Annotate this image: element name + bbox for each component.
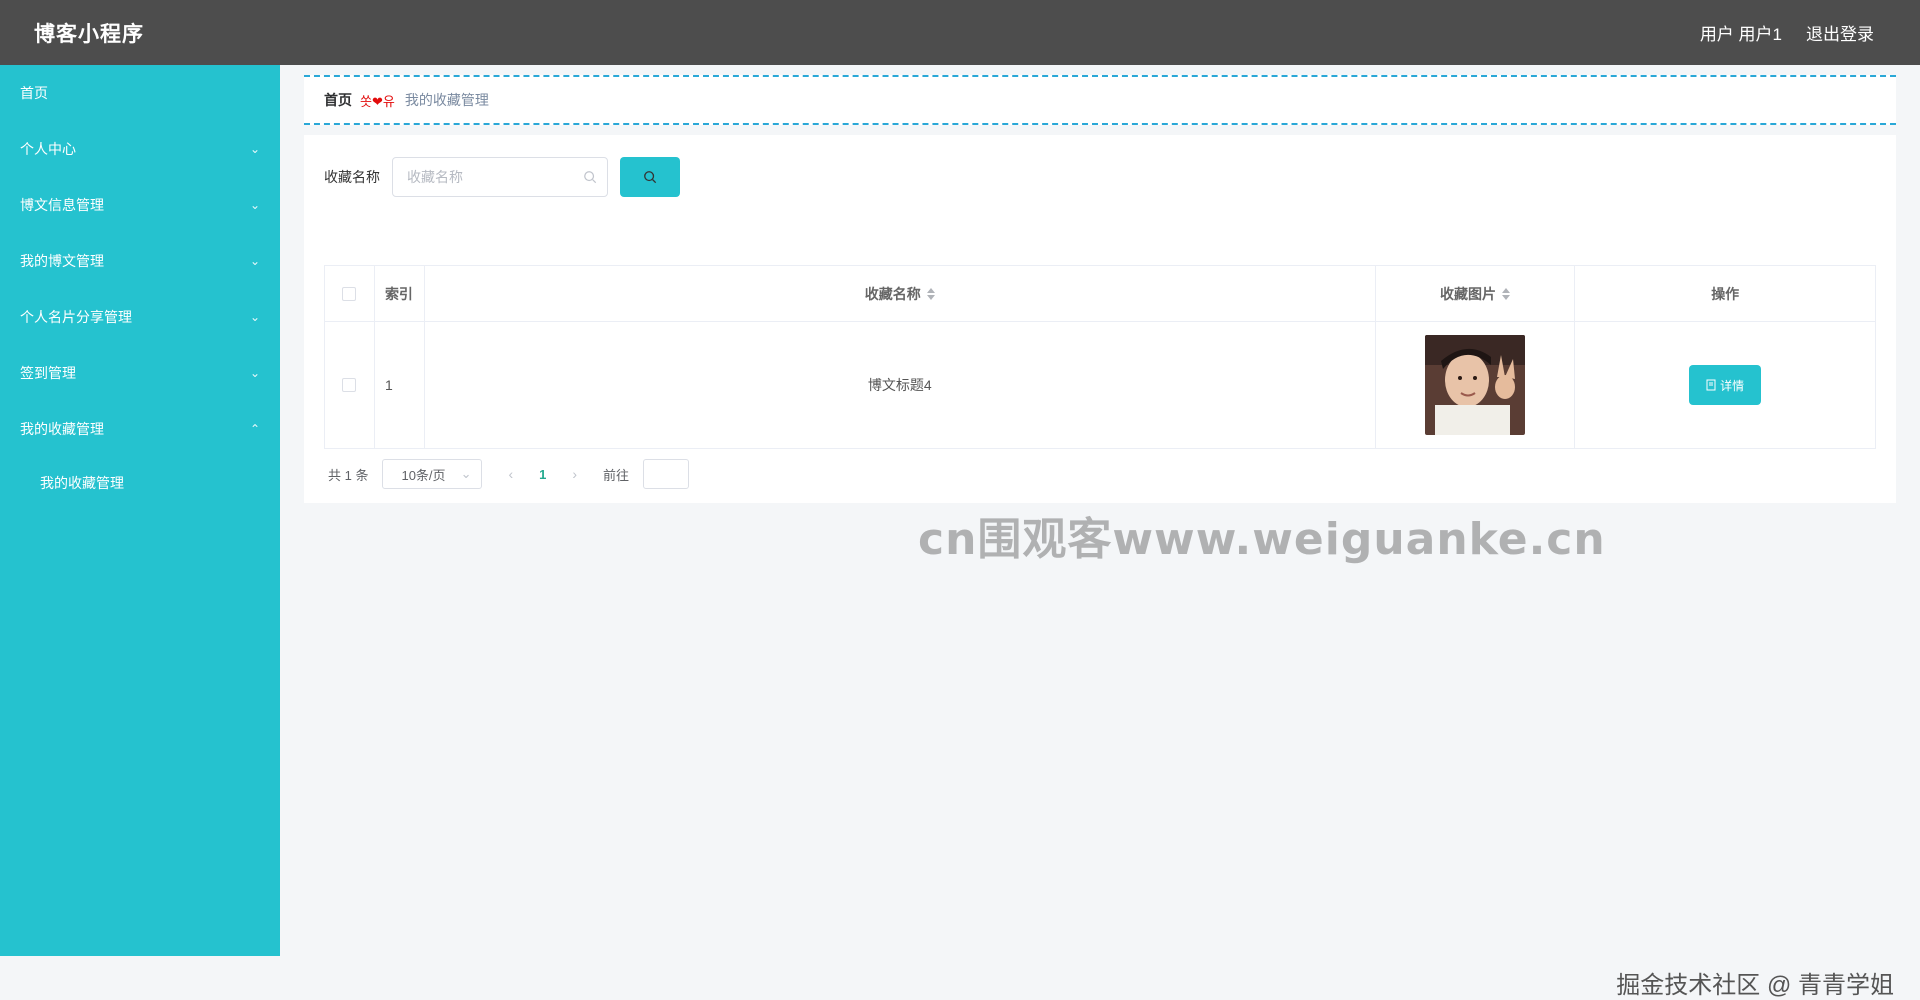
sort-icon[interactable] xyxy=(926,287,935,300)
chevron-down-icon: ⌄ xyxy=(249,366,260,380)
header-actions: 用户 用户1 退出登录 xyxy=(1700,20,1874,45)
sidebar-item-blog-info[interactable]: 博文信息管理 ⌄ xyxy=(0,177,280,233)
sort-icon[interactable] xyxy=(1502,287,1511,300)
sidebar-item-label: 我的收藏管理 xyxy=(20,421,104,437)
favorites-table: 索引 收藏名称 收藏图片 操作 1 博文标题4 详情 xyxy=(324,265,1876,449)
sidebar-item-label: 个人中心 xyxy=(20,141,76,157)
search-input-wrapper xyxy=(392,157,608,197)
sidebar: 首页 个人中心 ⌄ 博文信息管理 ⌄ 我的博文管理 ⌄ 个人名片分享管理 ⌄ 签… xyxy=(0,65,280,956)
footer-watermark: 掘金技术社区 @ 青青学姐 xyxy=(1616,972,1894,999)
breadcrumb-home[interactable]: 首页 xyxy=(324,90,352,110)
column-header-image-label: 收藏图片 xyxy=(1440,285,1497,302)
column-header-name-label: 收藏名称 xyxy=(864,285,921,302)
sidebar-item-label: 签到管理 xyxy=(20,365,76,381)
search-button[interactable] xyxy=(620,157,680,197)
pagination-total: 共 1 条 xyxy=(328,467,369,483)
sidebar-item-label: 个人名片分享管理 xyxy=(20,309,132,325)
watermark: cn围观客www.weiguanke.cn xyxy=(918,514,1606,565)
breadcrumb-current: 我的收藏管理 xyxy=(404,92,489,108)
page-number-current[interactable]: 1 xyxy=(539,467,546,482)
document-icon xyxy=(1706,379,1716,391)
sidebar-item-personal-center[interactable]: 个人中心 ⌄ xyxy=(0,121,280,177)
next-page-button[interactable]: › xyxy=(560,466,589,482)
column-header-actions: 操作 xyxy=(1711,285,1740,302)
sidebar-item-label: 我的博文管理 xyxy=(20,253,104,269)
sidebar-item-label: 首页 xyxy=(20,85,48,101)
avatar-photo xyxy=(1425,335,1526,435)
goto-page-input[interactable] xyxy=(643,459,690,489)
sidebar-subitem-label: 我的收藏管理 xyxy=(40,475,124,491)
header-checkbox-cell xyxy=(325,266,375,321)
sidebar-item-my-blogs[interactable]: 我的博文管理 ⌄ xyxy=(0,233,280,289)
select-all-checkbox[interactable] xyxy=(342,286,357,301)
sidebar-item-checkin[interactable]: 签到管理 ⌄ xyxy=(0,345,280,401)
favorite-thumbnail[interactable] xyxy=(1425,335,1526,435)
top-header: 博客小程序 用户 用户1 退出登录 xyxy=(0,0,1920,65)
sidebar-item-favorites[interactable]: 我的收藏管理 ⌃ xyxy=(0,401,280,457)
detail-button[interactable]: 详情 xyxy=(1689,365,1762,405)
row-index: 1 xyxy=(375,322,425,448)
user-name-label: 用户 用户1 xyxy=(1699,25,1782,44)
chevron-down-icon: ⌄ xyxy=(249,254,260,268)
prev-page-button[interactable]: ‹ xyxy=(496,466,525,482)
row-checkbox-cell xyxy=(325,322,375,448)
sidebar-item-home[interactable]: 首页 xyxy=(0,65,280,121)
logout-link[interactable]: 退出登录 xyxy=(1806,20,1874,45)
column-header-name[interactable]: 收藏名称 xyxy=(425,266,1376,321)
search-row: 收藏名称 xyxy=(324,157,680,197)
row-actions-cell: 详情 xyxy=(1575,322,1875,448)
row-image-cell xyxy=(1376,322,1576,448)
breadcrumb-separator: 쏫❤유 xyxy=(360,93,395,109)
chevron-down-icon: ⌄ xyxy=(249,198,260,212)
app-title: 博客小程序 xyxy=(34,22,144,46)
search-input[interactable] xyxy=(393,158,607,196)
chevron-down-icon: ⌄ xyxy=(460,466,472,481)
sidebar-item-label: 博文信息管理 xyxy=(20,197,104,213)
column-header-image[interactable]: 收藏图片 xyxy=(1376,266,1576,321)
content-card: 收藏名称 索引 收 xyxy=(304,135,1896,503)
search-icon xyxy=(584,171,597,184)
sidebar-subitem-favorites[interactable]: 我的收藏管理 xyxy=(0,457,280,509)
breadcrumb: 首页 쏫❤유 我的收藏管理 xyxy=(304,75,1896,125)
chevron-down-icon: ⌄ xyxy=(249,142,260,156)
chevron-up-icon: ⌃ xyxy=(249,422,260,436)
row-name: 博文标题4 xyxy=(425,322,1376,448)
sidebar-item-business-card[interactable]: 个人名片分享管理 ⌄ xyxy=(0,289,280,345)
page-size-value: 10条/页 xyxy=(401,467,446,483)
search-icon xyxy=(644,171,657,184)
pagination: 共 1 条 10条/页 ⌄ ‹ 1 › 前往 xyxy=(328,459,690,489)
column-header-index: 索引 xyxy=(375,266,425,321)
chevron-down-icon: ⌄ xyxy=(249,310,260,324)
main-content: 首页 쏫❤유 我的收藏管理 收藏名称 收藏名称 索引 收藏名称 收藏图片 操作 … xyxy=(280,65,1920,999)
search-label: 收藏名称 xyxy=(324,169,380,185)
detail-button-label: 详情 xyxy=(1720,378,1745,393)
row-checkbox[interactable] xyxy=(342,378,357,392)
table-row: 1 博文标题4 详情 xyxy=(325,322,1875,448)
goto-label: 前往 xyxy=(603,467,630,483)
page-size-select[interactable]: 10条/页 ⌄ xyxy=(382,459,483,489)
table-header: 索引 收藏名称 收藏图片 操作 xyxy=(325,266,1875,322)
